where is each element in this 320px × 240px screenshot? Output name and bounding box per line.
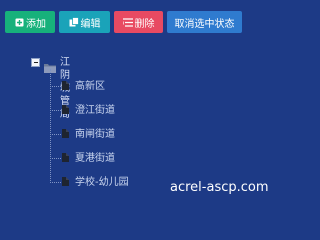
- file-icon: [62, 129, 69, 138]
- file-icon: [62, 105, 69, 114]
- list-icon: [122, 17, 133, 27]
- collapse-toggle-icon[interactable]: [31, 58, 40, 67]
- tree-node-label[interactable]: 南闸街道: [75, 128, 115, 141]
- clear-selection-button[interactable]: 取消选中状态: [167, 11, 242, 33]
- file-icon: [62, 153, 69, 162]
- plus-square-icon: [14, 17, 24, 27]
- tree-connector-line: [50, 86, 61, 87]
- add-button[interactable]: 添加: [5, 11, 55, 33]
- delete-button[interactable]: 删除: [114, 11, 163, 33]
- folder-open-icon: [44, 58, 56, 73]
- edit-button[interactable]: 编辑: [59, 11, 110, 33]
- tree-node-label[interactable]: 夏港街道: [75, 152, 115, 165]
- clear-selection-button-label: 取消选中状态: [174, 18, 235, 30]
- delete-button-label: 删除: [134, 18, 155, 30]
- tree-node-label[interactable]: 学校-幼儿园: [75, 176, 129, 189]
- watermark-text: acrel-ascp.com: [170, 180, 269, 195]
- file-icon: [62, 177, 69, 186]
- tree-node-label[interactable]: 澄江街道: [75, 104, 115, 117]
- edit-button-label: 编辑: [80, 18, 101, 30]
- tree-connector-line: [50, 182, 61, 183]
- tree-node-label[interactable]: 高新区: [75, 80, 105, 93]
- tree-connector-line: [50, 158, 61, 159]
- file-icon: [62, 81, 69, 90]
- copy-icon: [69, 17, 79, 27]
- tree-connector-line: [50, 134, 61, 135]
- add-button-label: 添加: [26, 18, 46, 30]
- tree-connector-line: [50, 110, 61, 111]
